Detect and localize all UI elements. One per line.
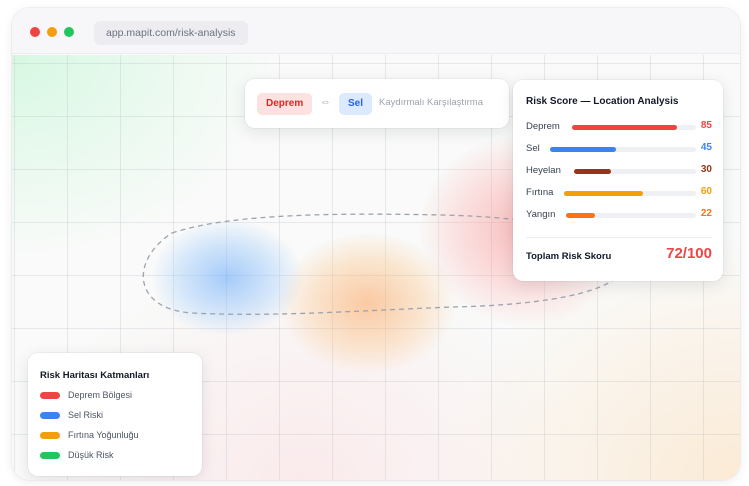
legend-label: Deprem Bölgesi bbox=[68, 390, 133, 400]
risk-row: Yangın 22 bbox=[526, 208, 712, 222]
browser-titlebar: app.mapit.com/risk-analysis bbox=[12, 8, 740, 54]
compare-deprem-chip[interactable]: Deprem bbox=[257, 93, 313, 115]
risk-score-panel: Risk Score — Location Analysis Deprem 85… bbox=[513, 80, 723, 281]
risk-bar-track bbox=[574, 169, 696, 174]
risk-bar-fill bbox=[572, 125, 678, 130]
risk-row: Deprem 85 bbox=[526, 120, 712, 134]
layer-legend: Risk Haritası Katmanları Deprem Bölgesi … bbox=[28, 353, 202, 476]
risk-label: Deprem bbox=[526, 121, 560, 132]
risk-bar-track bbox=[572, 125, 696, 130]
address-bar[interactable]: app.mapit.com/risk-analysis bbox=[94, 21, 248, 45]
risk-value: 22 bbox=[700, 208, 712, 219]
risk-bar-fill bbox=[574, 169, 611, 174]
swap-icon[interactable]: ⇔ bbox=[320, 96, 331, 108]
risk-panel-title: Risk Score — Location Analysis bbox=[526, 96, 679, 107]
risk-row: Fırtına 60 bbox=[526, 186, 712, 200]
legend-swatch bbox=[40, 392, 60, 399]
risk-value: 30 bbox=[700, 164, 712, 175]
risk-value: 85 bbox=[700, 120, 712, 131]
risk-bar-track bbox=[550, 147, 696, 152]
legend-swatch bbox=[40, 412, 60, 419]
risk-value: 45 bbox=[700, 142, 712, 153]
risk-value: 60 bbox=[700, 186, 712, 197]
risk-bar-fill bbox=[566, 213, 595, 218]
risk-bar-track bbox=[564, 191, 696, 196]
legend-label: Fırtına Yoğunluğu bbox=[68, 430, 139, 440]
risk-map[interactable]: Deprem ⇔ Sel Kaydırmalı Karşılaştırma Ri… bbox=[12, 55, 740, 480]
risk-label: Heyelan bbox=[526, 165, 561, 176]
swipe-compare-button[interactable]: Kaydırmalı Karşılaştırma bbox=[379, 97, 483, 108]
compare-sel-chip[interactable]: Sel bbox=[339, 93, 373, 115]
close-window-button[interactable] bbox=[30, 27, 40, 37]
risk-bar-fill bbox=[564, 191, 644, 196]
divider bbox=[526, 237, 712, 238]
risk-label: Fırtına bbox=[526, 187, 554, 198]
minimize-window-button[interactable] bbox=[47, 27, 57, 37]
maximize-window-button[interactable] bbox=[64, 27, 74, 37]
compare-toolbar: Deprem ⇔ Sel Kaydırmalı Karşılaştırma bbox=[245, 79, 509, 128]
risk-bar-track bbox=[566, 213, 696, 218]
legend-label: Sel Riski bbox=[68, 410, 104, 420]
risk-row: Heyelan 30 bbox=[526, 164, 712, 178]
risk-label: Yangın bbox=[526, 209, 556, 220]
legend-swatch bbox=[40, 432, 60, 439]
legend-label: Düşük Risk bbox=[68, 450, 114, 460]
total-risk-score: 72/100 bbox=[666, 245, 712, 262]
browser-window: app.mapit.com/risk-analysis Deprem ⇔ Sel… bbox=[12, 8, 740, 480]
risk-row: Sel 45 bbox=[526, 142, 712, 156]
total-risk-label: Toplam Risk Skoru bbox=[526, 251, 612, 262]
legend-title: Risk Haritası Katmanları bbox=[40, 370, 150, 381]
risk-bar-fill bbox=[550, 147, 616, 152]
legend-swatch bbox=[40, 452, 60, 459]
risk-label: Sel bbox=[526, 143, 540, 154]
